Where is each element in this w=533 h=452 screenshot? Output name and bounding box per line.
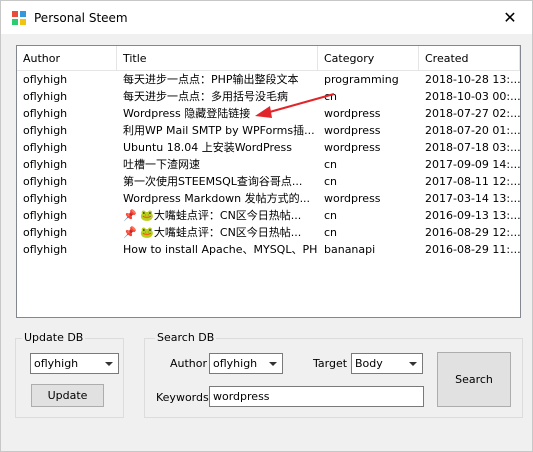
- search-db-group: Search DB Author oflyhigh Target Body Ke…: [144, 331, 523, 418]
- cell-title: 吐槽一下渣网速: [123, 158, 200, 171]
- column-header-author[interactable]: Author: [17, 46, 117, 70]
- cell-created: 2017-03-14 13:...: [425, 192, 520, 205]
- cell-created: 2018-10-03 00:...: [425, 90, 520, 103]
- cell-created: 2016-08-29 11:...: [425, 243, 520, 256]
- window-title: Personal Steem: [34, 11, 128, 25]
- cell-created: 2018-07-27 02:...: [425, 107, 520, 120]
- table-row[interactable]: oflyhigh Wordpress 隐藏登陆链接 wordpress 2018-07…: [17, 105, 520, 122]
- title-bar: Personal Steem ✕: [1, 1, 532, 34]
- column-header-category[interactable]: Category: [318, 46, 419, 70]
- list-header: Author Title Category Created: [17, 46, 520, 71]
- cell-category: cn: [324, 226, 338, 239]
- cell-category: cn: [324, 90, 338, 103]
- cell-created: 2018-07-18 03:...: [425, 141, 520, 154]
- table-row[interactable]: oflyhigh Wordpress Markdown 发帖方式的... wordp…: [17, 190, 520, 207]
- chevron-down-icon: [409, 362, 417, 366]
- table-row[interactable]: oflyhigh 利用WP Mail SMTP by WPForms插... wor…: [17, 122, 520, 139]
- search-author-select[interactable]: oflyhigh: [209, 353, 283, 374]
- cell-category: wordpress: [324, 124, 381, 137]
- cell-title: 📌 🐸大嘴蛙点评：CN区今日热帖...: [123, 209, 302, 222]
- cell-created: 2018-07-20 01:...: [425, 124, 520, 137]
- cell-title: 利用WP Mail SMTP by WPForms插...: [123, 124, 315, 137]
- search-author-value: oflyhigh: [213, 357, 258, 370]
- cell-category: bananapi: [324, 243, 376, 256]
- cell-title: 第一次使用STEEMSQL查询谷哥点...: [123, 175, 303, 188]
- table-row[interactable]: oflyhigh 吐槽一下渣网速 cn 2017-09-09 14:...: [17, 156, 520, 173]
- target-label: Target: [313, 357, 348, 370]
- app-window: Personal Steem ✕ Author Title Category C…: [0, 0, 533, 452]
- column-header-created[interactable]: Created: [419, 46, 520, 70]
- search-button[interactable]: Search: [437, 352, 511, 407]
- target-value: Body: [355, 357, 383, 370]
- cell-author: oflyhigh: [23, 124, 68, 137]
- keywords-value: wordpress: [213, 390, 270, 403]
- cell-created: 2018-10-28 13:...: [425, 73, 520, 86]
- search-db-label: Search DB: [155, 331, 217, 344]
- cell-created: 2016-08-29 12:...: [425, 226, 520, 239]
- keywords-input[interactable]: wordpress: [209, 386, 424, 407]
- cell-category: wordpress: [324, 192, 381, 205]
- cell-author: oflyhigh: [23, 107, 68, 120]
- cell-title: How to install Apache、MYSQL、PH...: [123, 243, 318, 256]
- column-header-title[interactable]: Title: [117, 46, 318, 70]
- cell-author: oflyhigh: [23, 243, 68, 256]
- close-icon[interactable]: ✕: [488, 1, 532, 34]
- cell-category: cn: [324, 175, 338, 188]
- cell-title: Ubuntu 18.04 上安装WordPress: [123, 141, 292, 154]
- author-label: Author: [170, 357, 208, 370]
- cell-title: 📌 🐸大嘴蛙点评：CN区今日热帖...: [123, 226, 302, 239]
- table-row[interactable]: oflyhigh 第一次使用STEEMSQL查询谷哥点... cn 2017-08-1…: [17, 173, 520, 190]
- cell-author: oflyhigh: [23, 90, 68, 103]
- table-row[interactable]: oflyhigh Ubuntu 18.04 上安装WordPress wordpre…: [17, 139, 520, 156]
- cell-author: oflyhigh: [23, 158, 68, 171]
- posts-list[interactable]: Author Title Category Created oflyhigh 每天…: [16, 45, 521, 318]
- cell-created: 2017-08-11 12:...: [425, 175, 520, 188]
- table-row[interactable]: oflyhigh 每天进步一点点：PHP输出整段文本 programming 2018…: [17, 71, 520, 88]
- cell-title: Wordpress Markdown 发帖方式的...: [123, 192, 311, 205]
- table-row[interactable]: oflyhigh 📌 🐸大嘴蛙点评：CN区今日热帖... cn 2016-09-13 …: [17, 207, 520, 224]
- cell-category: cn: [324, 209, 338, 222]
- table-row[interactable]: oflyhigh 📌 🐸大嘴蛙点评：CN区今日热帖... cn 2016-08-29 …: [17, 224, 520, 241]
- table-row[interactable]: oflyhigh How to install Apache、MYSQL、PH..…: [17, 241, 520, 258]
- cell-author: oflyhigh: [23, 175, 68, 188]
- cell-category: programming: [324, 73, 399, 86]
- update-author-value: oflyhigh: [34, 357, 79, 370]
- cell-category: cn: [324, 158, 338, 171]
- update-author-select[interactable]: oflyhigh: [30, 353, 119, 374]
- cell-title: 每天进步一点点：多用括号没毛病: [123, 90, 288, 103]
- keywords-label: Keywords: [156, 391, 209, 404]
- cell-title: Wordpress 隐藏登陆链接: [123, 107, 251, 120]
- cell-title: 每天进步一点点：PHP输出整段文本: [123, 73, 299, 86]
- cell-author: oflyhigh: [23, 226, 68, 239]
- update-db-group: Update DB oflyhigh Update: [15, 331, 124, 418]
- update-db-label: Update DB: [22, 331, 86, 344]
- target-select[interactable]: Body: [351, 353, 423, 374]
- cell-author: oflyhigh: [23, 73, 68, 86]
- cell-category: wordpress: [324, 141, 381, 154]
- cell-author: oflyhigh: [23, 192, 68, 205]
- chevron-down-icon: [269, 362, 277, 366]
- cell-author: oflyhigh: [23, 141, 68, 154]
- chevron-down-icon: [105, 362, 113, 366]
- app-icon: [12, 11, 26, 25]
- update-button[interactable]: Update: [31, 384, 104, 407]
- cell-created: 2016-09-13 13:...: [425, 209, 520, 222]
- cell-created: 2017-09-09 14:...: [425, 158, 520, 171]
- cell-category: wordpress: [324, 107, 381, 120]
- table-row[interactable]: oflyhigh 每天进步一点点：多用括号没毛病 cn 2018-10-03 00:.…: [17, 88, 520, 105]
- cell-author: oflyhigh: [23, 209, 68, 222]
